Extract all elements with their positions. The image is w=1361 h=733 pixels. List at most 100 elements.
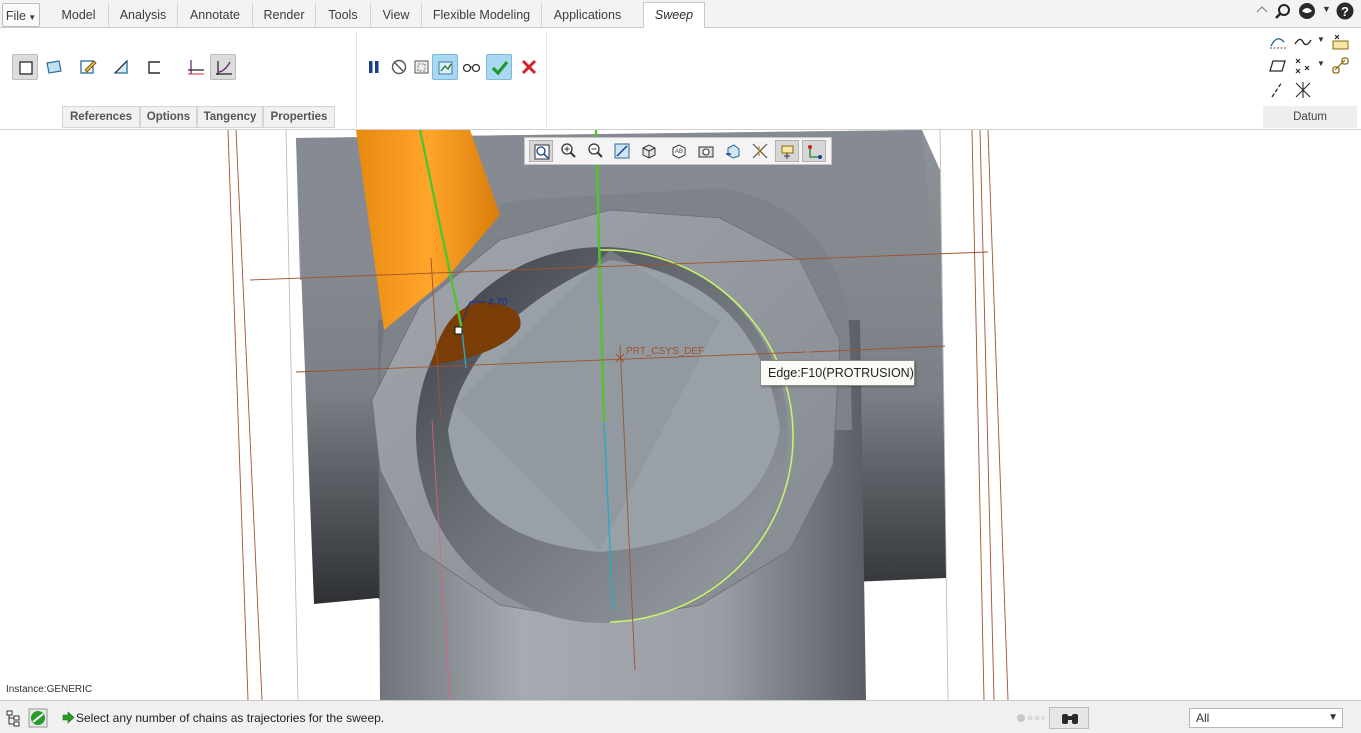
repaint-icon [614, 143, 630, 159]
tab-view[interactable]: View [371, 3, 422, 27]
sketch-datum-button[interactable] [1268, 32, 1288, 52]
saved-views-icon: AB [672, 144, 686, 159]
cancel-button[interactable] [516, 54, 542, 80]
datum-group: ▼ ▼ Datum [1263, 32, 1357, 128]
chevron-down-icon[interactable]: ▼ [1322, 4, 1331, 14]
zoom-out-icon [588, 143, 603, 158]
constant-section-button[interactable] [183, 54, 209, 80]
curve-icon [1294, 38, 1312, 46]
status-bar: Select any number of chains as trajector… [0, 700, 1361, 733]
minimize-ribbon-icon[interactable] [1256, 4, 1268, 14]
plane-button[interactable] [1268, 56, 1288, 76]
chevron-down-icon[interactable]: ▼ [1317, 35, 1325, 44]
chevron-down-icon[interactable]: ▼ [1317, 59, 1325, 68]
axis-button[interactable] [1268, 80, 1288, 100]
sketch-section-button[interactable] [75, 54, 101, 80]
selection-filter-value: All [1196, 711, 1210, 725]
regen-progress-icon [1017, 714, 1045, 722]
dimension-value[interactable]: 4.70 [488, 297, 508, 308]
ribbon: References Options Tangency Properties ▼… [0, 28, 1361, 130]
view-manager-button[interactable] [694, 140, 718, 162]
verify-mode-button[interactable] [432, 54, 458, 80]
curve-button[interactable] [1293, 32, 1313, 52]
checkmark-icon [491, 60, 509, 76]
tab-render[interactable]: Render [253, 3, 316, 27]
tab-flexible-modeling[interactable]: Flexible Modeling [422, 3, 542, 27]
layer-status-icon[interactable] [28, 708, 48, 728]
annotation-display-button[interactable] [775, 140, 799, 162]
search-icon[interactable] [1274, 3, 1292, 21]
variable-section-button[interactable] [210, 54, 236, 80]
binoculars-icon [1062, 714, 1078, 724]
datum-display-button[interactable] [748, 140, 772, 162]
tab-annotate[interactable]: Annotate [178, 3, 253, 27]
constant-section-icon [188, 60, 204, 75]
plane-icon [1269, 60, 1286, 72]
preview-glasses-button[interactable] [458, 54, 484, 80]
remove-material-button[interactable] [108, 54, 134, 80]
message-arrow-icon [62, 711, 75, 724]
tab-sweep[interactable]: Sweep [643, 2, 705, 29]
selection-filter-select[interactable]: All ▼ [1189, 708, 1343, 728]
point-icon [1295, 58, 1310, 74]
model-canvas[interactable]: PRT_CSYS_DEF 4.70 [0, 130, 1361, 700]
display-style-icon [642, 144, 656, 159]
close-icon [521, 59, 537, 75]
coordinate-system-icon [1295, 82, 1311, 98]
model-tree-icon[interactable] [5, 709, 23, 727]
ribbon-divider [546, 32, 547, 128]
display-style-button[interactable] [637, 140, 661, 162]
sweep-surface-button[interactable] [41, 54, 67, 80]
spin-center-icon [808, 145, 822, 159]
tab-applications[interactable]: Applications [542, 3, 633, 27]
pause-button[interactable] [361, 54, 387, 80]
solid-icon [19, 61, 33, 75]
tab-tangency[interactable]: Tangency [197, 106, 263, 128]
zoom-in-icon [561, 143, 576, 158]
tab-analysis[interactable]: Analysis [109, 3, 178, 27]
menu-bar: File ▼ Model Analysis Annotate Render To… [0, 0, 1361, 29]
tab-tools[interactable]: Tools [316, 3, 371, 27]
file-menu[interactable]: File ▼ [2, 3, 40, 27]
analysis-icon [1332, 34, 1349, 50]
graphics-viewport[interactable]: PRT_CSYS_DEF 4.70 AB Edge:F10(PROTRUSION… [0, 130, 1361, 700]
thicken-button[interactable] [141, 54, 167, 80]
remove-material-icon [113, 59, 128, 74]
zoom-out-button[interactable] [583, 140, 607, 162]
csys-button[interactable] [1331, 56, 1351, 76]
repaint-button[interactable] [610, 140, 634, 162]
instance-label: Instance:GENERIC [6, 684, 93, 695]
csys-label[interactable]: PRT_CSYS_DEF [626, 346, 704, 357]
graphics-toolbar: AB [524, 137, 832, 165]
chevron-down-icon: ▼ [26, 13, 37, 22]
perspective-button[interactable] [721, 140, 745, 162]
saved-orientations-button[interactable]: AB [667, 140, 691, 162]
svg-text:AB: AB [675, 149, 683, 155]
find-button[interactable] [1049, 707, 1089, 729]
status-message: Select any number of chains as trajector… [76, 711, 385, 725]
glasses-icon [462, 63, 481, 73]
axis-icon [1271, 81, 1283, 98]
tab-options[interactable]: Options [140, 106, 197, 128]
svg-text:?: ? [1341, 4, 1349, 19]
tab-model[interactable]: Model [49, 3, 109, 27]
tab-properties[interactable]: Properties [263, 106, 335, 128]
drag-handle[interactable] [454, 326, 463, 335]
community-icon[interactable] [1298, 2, 1318, 22]
point-button[interactable] [1293, 56, 1313, 76]
surface-icon [46, 60, 62, 74]
coordinate-system-button[interactable] [1293, 80, 1313, 100]
help-icon[interactable]: ? [1336, 2, 1356, 22]
spin-center-button[interactable] [802, 140, 826, 162]
refit-icon [534, 144, 550, 160]
tab-references[interactable]: References [62, 106, 140, 128]
selection-tooltip: Edge:F10(PROTRUSION) [760, 360, 915, 386]
zoom-in-button[interactable] [556, 140, 580, 162]
pause-icon [369, 61, 379, 73]
refit-button[interactable] [529, 140, 553, 162]
datum-group-label[interactable]: Datum [1263, 106, 1357, 128]
analysis-feature-button[interactable] [1331, 32, 1351, 52]
ok-button[interactable] [486, 54, 512, 80]
sweep-solid-button[interactable] [12, 54, 38, 80]
annotation-icon [781, 145, 794, 159]
